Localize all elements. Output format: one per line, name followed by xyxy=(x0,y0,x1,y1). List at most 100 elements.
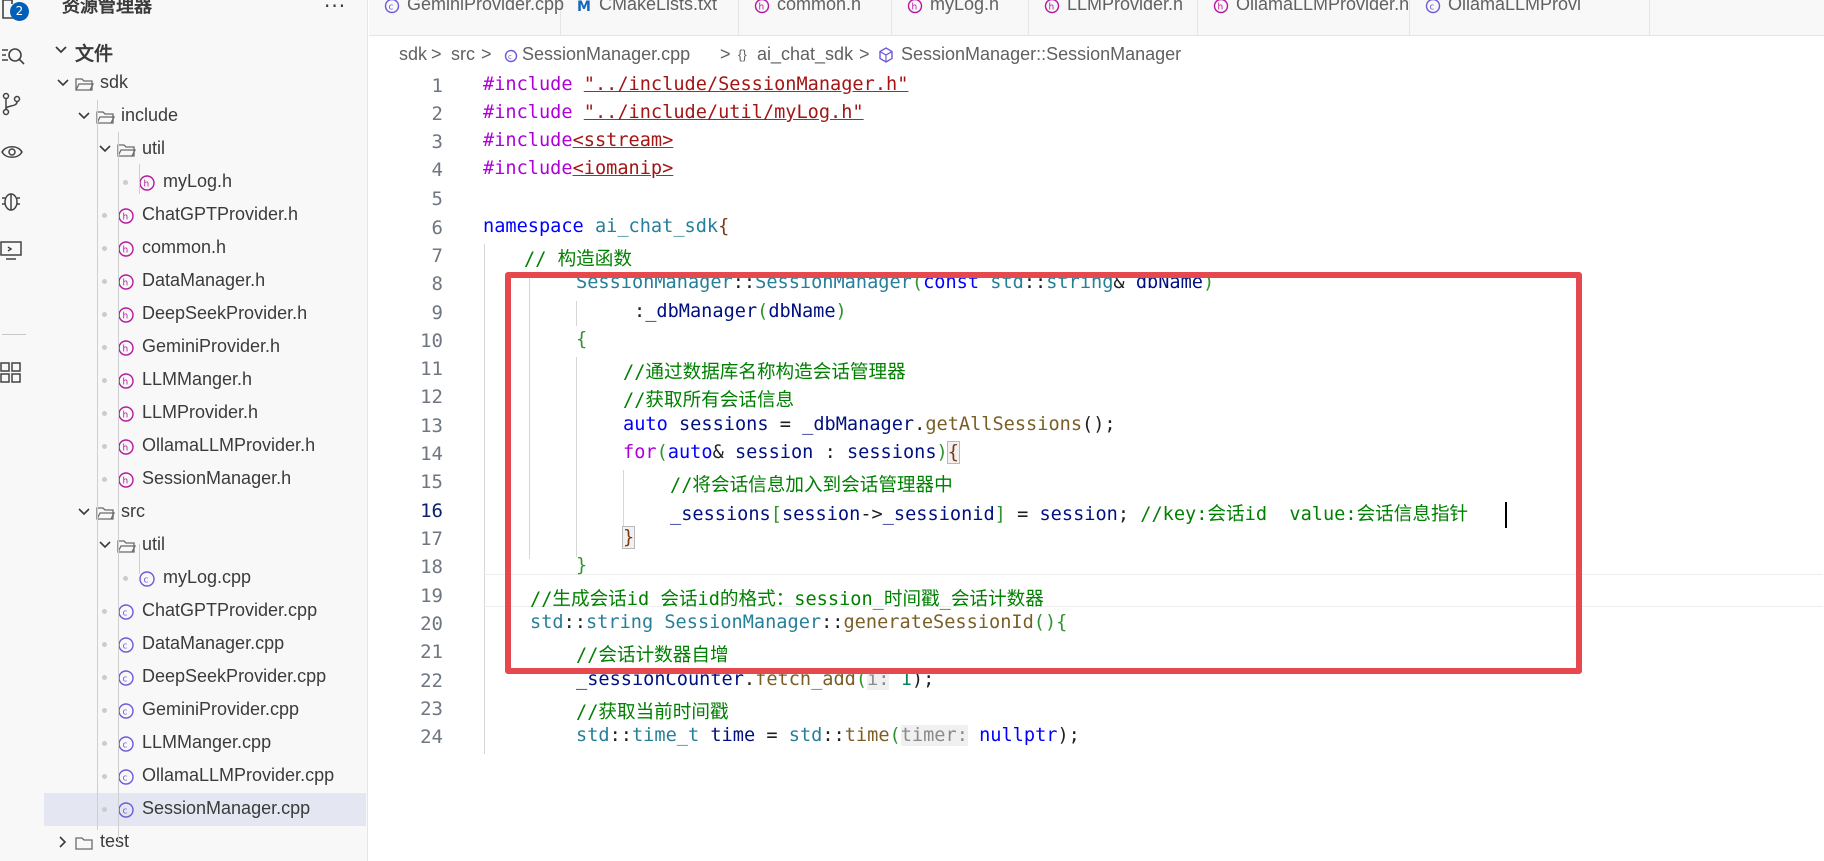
cpp-file-icon: c xyxy=(118,670,134,686)
breadcrumb-item-sdk[interactable]: sdk xyxy=(399,44,427,65)
tree-item[interactable]: h DataManager.h xyxy=(34,265,367,298)
tree-item[interactable]: test xyxy=(34,826,367,859)
tree-item[interactable]: h LLMManger.h xyxy=(34,364,367,397)
svg-text:h: h xyxy=(123,411,129,421)
tab-label: CMakeLists.txt xyxy=(599,0,718,14)
editor-tab[interactable]: h myLog.h xyxy=(892,0,1029,35)
breadcrumb-item-src[interactable]: src xyxy=(451,44,475,65)
code-line-6[interactable]: namespace ai_chat_sdk{ xyxy=(483,216,729,237)
tree-item[interactable]: h common.h xyxy=(34,232,367,265)
tree-item[interactable]: c ChatGPTProvider.cpp xyxy=(34,595,367,628)
tree-item[interactable]: h GeminiProvider.h xyxy=(34,331,367,364)
tree-item[interactable]: h ChatGPTProvider.h xyxy=(34,199,367,232)
code-line-2[interactable]: #include "../include/util/myLog.h" xyxy=(483,102,864,123)
breadcrumb-separator: > xyxy=(720,44,731,64)
tree-item[interactable]: h OllamaLLMProvider.h xyxy=(34,430,367,463)
h-file-icon: h xyxy=(118,208,134,224)
explorer-icon[interactable]: 2 xyxy=(0,0,29,24)
breadcrumb-separator: > xyxy=(431,44,442,64)
run-icon[interactable] xyxy=(0,138,28,166)
token-keyword: nullptr xyxy=(979,725,1058,746)
method-icon xyxy=(879,47,893,63)
source-control-icon[interactable] xyxy=(0,90,28,118)
chevron-down-icon xyxy=(57,79,69,87)
editor-tab[interactable]: c OllamaLLMProvi xyxy=(1410,0,1650,35)
breadcrumb-item-namespace[interactable]: ai_chat_sdk xyxy=(757,44,853,65)
editor-tab[interactable]: h common.h xyxy=(739,0,892,35)
tree-item[interactable]: c GeminiProvider.cpp xyxy=(34,694,367,727)
code-line-1[interactable]: #include "../include/SessionManager.h" xyxy=(483,74,908,95)
cpp-file-icon: c xyxy=(118,736,134,752)
tree-item[interactable]: util xyxy=(34,529,367,562)
token-string: <sstream> xyxy=(572,130,674,151)
editor-tab[interactable]: h LLMProvider.h xyxy=(1029,0,1198,35)
more-actions-button[interactable]: ··· xyxy=(324,0,346,18)
h-file-icon: h xyxy=(907,0,923,14)
namespace-icon: {} xyxy=(738,47,747,62)
tree-indent-dot xyxy=(102,807,107,812)
editor-tab[interactable]: M CMakeLists.txt xyxy=(561,0,739,35)
code-line-4[interactable]: #include<iomanip> xyxy=(483,158,673,179)
tree-item-label: OllamaLLMProvider.cpp xyxy=(142,765,335,785)
tree-item[interactable]: c myLog.cpp xyxy=(34,562,367,595)
token-punct: ); xyxy=(1057,725,1080,746)
tree-item[interactable]: h SessionManager.h xyxy=(34,463,367,496)
tree-item[interactable]: h DeepSeekProvider.h xyxy=(34,298,367,331)
line-number: 2 xyxy=(431,103,443,125)
token-type: std xyxy=(788,725,823,746)
search-icon[interactable] xyxy=(0,44,28,72)
token-paren: ( xyxy=(889,725,901,746)
cpp-file-icon: c xyxy=(384,0,400,14)
code-line-24[interactable]: std::time_t time = std::time(timer: null… xyxy=(576,725,1080,746)
tree-item[interactable]: src xyxy=(34,496,367,529)
code-line-3[interactable]: #include<sstream> xyxy=(483,130,673,151)
tree-item[interactable]: sdk xyxy=(34,67,367,100)
chevron-down-icon xyxy=(99,541,111,549)
remote-explorer-icon[interactable] xyxy=(0,236,28,264)
chevron-down-icon xyxy=(78,112,90,120)
token-namespace: ai_chat_sdk xyxy=(594,216,719,237)
tree-item[interactable]: c DataManager.cpp xyxy=(34,628,367,661)
tree-item-label: LLMProvider.h xyxy=(142,402,259,422)
breadcrumb-item-file[interactable]: SessionManager.cpp xyxy=(522,44,690,65)
tree-item[interactable]: c SessionManager.cpp xyxy=(44,793,366,826)
svg-text:c: c xyxy=(123,675,128,685)
h-file-icon: h xyxy=(1044,0,1060,14)
h-file-icon: h xyxy=(118,241,134,257)
line-number: 18 xyxy=(420,556,443,578)
svg-text:h: h xyxy=(1049,3,1055,13)
code-line-7[interactable]: // 构造函数 xyxy=(524,244,632,271)
editor-tab[interactable]: h OllamaLLMProvider.h xyxy=(1198,0,1410,35)
tree-indent-dot xyxy=(102,477,107,482)
line-number: 24 xyxy=(420,726,443,748)
tree-item[interactable]: h myLog.h xyxy=(34,166,367,199)
debug-icon[interactable] xyxy=(0,186,28,214)
code-line-23[interactable]: //获取当前时间戳 xyxy=(576,697,729,724)
tree-guide-line xyxy=(139,164,140,194)
line-number: 5 xyxy=(431,188,443,210)
activity-separator xyxy=(2,334,26,335)
tree-indent-dot xyxy=(102,642,107,647)
svg-text:c: c xyxy=(508,53,512,61)
svg-text:h: h xyxy=(123,378,129,388)
cpp-file-icon: c xyxy=(118,769,134,785)
tree-indent-dot xyxy=(123,180,128,185)
tab-label: GeminiProvider.cpp xyxy=(407,0,565,14)
tree-item[interactable]: include xyxy=(34,100,367,133)
tree-item[interactable]: c OllamaLLMProvider.cpp xyxy=(34,760,367,793)
sidebar-title: 资源管理器 xyxy=(62,0,152,17)
cpp-file-icon: c xyxy=(1425,0,1441,14)
svg-text:c: c xyxy=(389,3,394,13)
token-operator: = xyxy=(766,725,778,746)
editor-tab[interactable]: c GeminiProvider.cpp xyxy=(369,0,565,35)
tab-label: LLMProvider.h xyxy=(1067,0,1184,14)
tree-item[interactable]: c LLMManger.cpp xyxy=(34,727,367,760)
tree-item[interactable]: h LLMProvider.h xyxy=(34,397,367,430)
section-header-files[interactable]: 文件 xyxy=(34,34,367,67)
tree-item-label: myLog.cpp xyxy=(163,567,252,587)
tree-item[interactable]: c DeepSeekProvider.cpp xyxy=(34,661,367,694)
line-number: 7 xyxy=(431,245,443,267)
breadcrumb-item-method[interactable]: SessionManager::SessionManager xyxy=(901,44,1181,65)
extensions-icon[interactable] xyxy=(0,358,28,386)
tree-item[interactable]: util xyxy=(34,133,367,166)
